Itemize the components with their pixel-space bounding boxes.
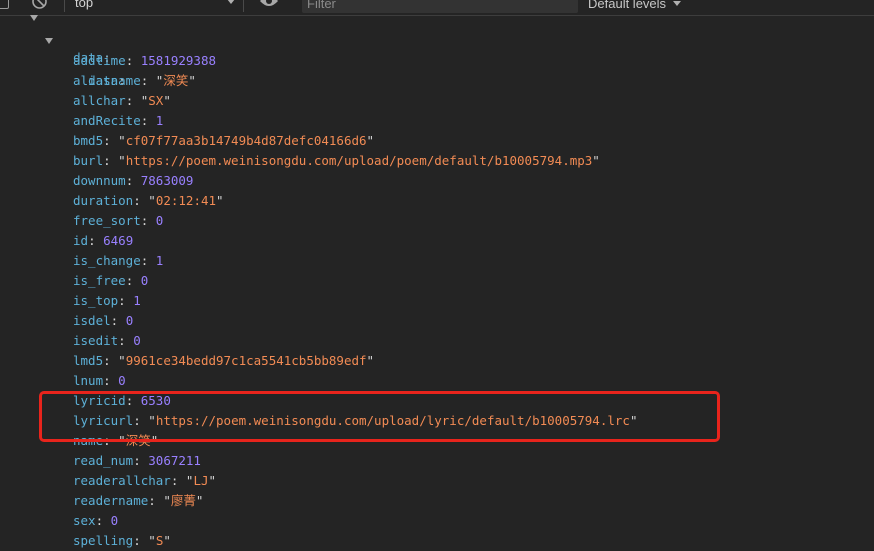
property-value-number: 3067211 <box>148 453 201 468</box>
property-value-number: 0 <box>133 333 141 348</box>
property-key: andRecite <box>73 113 141 128</box>
property-row-sex[interactable]: sex: 0 <box>73 511 118 531</box>
property-value-string: 02:12:41 <box>155 193 217 208</box>
property-value-string: 廖菁 <box>170 493 196 508</box>
log-levels-dropdown[interactable]: Default levels <box>588 0 682 11</box>
property-row-is_top[interactable]: is_top: 1 <box>73 291 141 311</box>
property-key: read_num <box>73 453 134 468</box>
property-key: downnum <box>73 173 126 188</box>
property-key: bmd5 <box>73 133 104 148</box>
property-value-number: 1 <box>155 113 164 128</box>
property-value-number: 0 <box>110 513 119 528</box>
property-value-number: 1581929388 <box>140 53 217 68</box>
property-key: lnum <box>73 373 104 388</box>
property-row-aliasname[interactable]: aliasname: "深笑" <box>73 71 196 91</box>
property-key: isdel <box>73 313 111 328</box>
property-key: allchar <box>73 93 126 108</box>
property-key: duration <box>73 193 134 208</box>
property-value-string: https://poem.weinisongdu.com/upload/poem… <box>125 153 593 168</box>
property-row-lnum[interactable]: lnum: 0 <box>73 371 126 391</box>
property-row-duration[interactable]: duration: "02:12:41" <box>73 191 224 211</box>
property-key: isedit <box>73 333 119 348</box>
property-row-spelling[interactable]: spelling: "S" <box>73 531 171 551</box>
property-row-free_sort[interactable]: free_sort: 0 <box>73 211 163 231</box>
property-row-readerallchar[interactable]: readerallchar: "LJ" <box>73 471 216 491</box>
property-row-id[interactable]: id: 6469 <box>73 231 133 251</box>
property-value-number: 0 <box>155 213 164 228</box>
property-key: is_change <box>73 253 141 268</box>
context-dropdown-icon <box>227 0 235 4</box>
property-key: sex <box>73 513 96 528</box>
property-value-number: 1 <box>155 253 164 268</box>
tree-node-data-parent[interactable]: data: <box>30 8 111 65</box>
sidebar-toggle-icon[interactable] <box>0 0 9 9</box>
property-value-string: LJ <box>193 473 209 488</box>
property-value-string: 深笑 <box>163 73 189 88</box>
chevron-down-icon <box>673 1 682 6</box>
property-value-string: 9961ce34bedd97c1ca5541cb5bb89edf <box>125 353 367 368</box>
property-value-number: 0 <box>118 373 126 388</box>
property-row-andRecite[interactable]: andRecite: 1 <box>73 111 163 131</box>
property-key: aliasname <box>73 73 141 88</box>
property-key: readername <box>73 493 149 508</box>
property-key: id <box>73 233 89 248</box>
property-row-addtime[interactable]: addtime: 1581929388 <box>73 51 216 71</box>
property-row-isdel[interactable]: isdel: 0 <box>73 311 133 331</box>
filter-input[interactable] <box>302 0 577 13</box>
property-key: is_top <box>73 293 119 308</box>
property-row-read_num[interactable]: read_num: 3067211 <box>73 451 201 471</box>
tree-node-data-child[interactable]: data: <box>45 31 126 88</box>
property-key: readerallchar <box>73 473 171 488</box>
log-levels-label: Default levels <box>588 0 667 11</box>
property-value-number: 1 <box>133 293 141 308</box>
property-value-number: 7863009 <box>140 173 194 188</box>
property-value-number: 6469 <box>103 233 134 248</box>
property-key: is_free <box>73 273 126 288</box>
property-value-string: SX <box>148 93 164 108</box>
property-value-number: 0 <box>125 313 134 328</box>
property-key: addtime <box>73 53 126 68</box>
property-row-bmd5[interactable]: bmd5: "cf07f77aa3b14749b4d87defc04166d6" <box>73 131 374 151</box>
property-key: burl <box>73 153 104 168</box>
expand-triangle-icon[interactable] <box>45 38 53 44</box>
property-key: free_sort <box>73 213 141 228</box>
property-row-allchar[interactable]: allchar: "SX" <box>73 91 171 111</box>
live-expression-eye-icon[interactable] <box>259 0 279 8</box>
property-value-string: cf07f77aa3b14749b4d87defc04166d6 <box>125 133 367 148</box>
property-row-is_change[interactable]: is_change: 1 <box>73 251 163 271</box>
filter-box[interactable] <box>302 0 578 13</box>
expand-triangle-icon[interactable] <box>30 15 38 21</box>
highlight-annotation-box <box>39 391 720 442</box>
property-row-burl[interactable]: burl: "https://poem.weinisongdu.com/uplo… <box>73 151 600 171</box>
property-row-readername[interactable]: readername: "廖菁" <box>73 491 203 511</box>
property-key: spelling <box>73 533 134 548</box>
property-value-number: 0 <box>140 273 149 288</box>
property-row-is_free[interactable]: is_free: 0 <box>73 271 148 291</box>
property-row-isedit[interactable]: isedit: 0 <box>73 331 141 351</box>
console-toolbar: top Default levels <box>0 0 874 16</box>
property-row-downnum[interactable]: downnum: 7863009 <box>73 171 193 191</box>
property-key: lmd5 <box>73 353 104 368</box>
property-row-lmd5[interactable]: lmd5: "9961ce34bedd97c1ca5541cb5bb89edf" <box>73 351 374 371</box>
